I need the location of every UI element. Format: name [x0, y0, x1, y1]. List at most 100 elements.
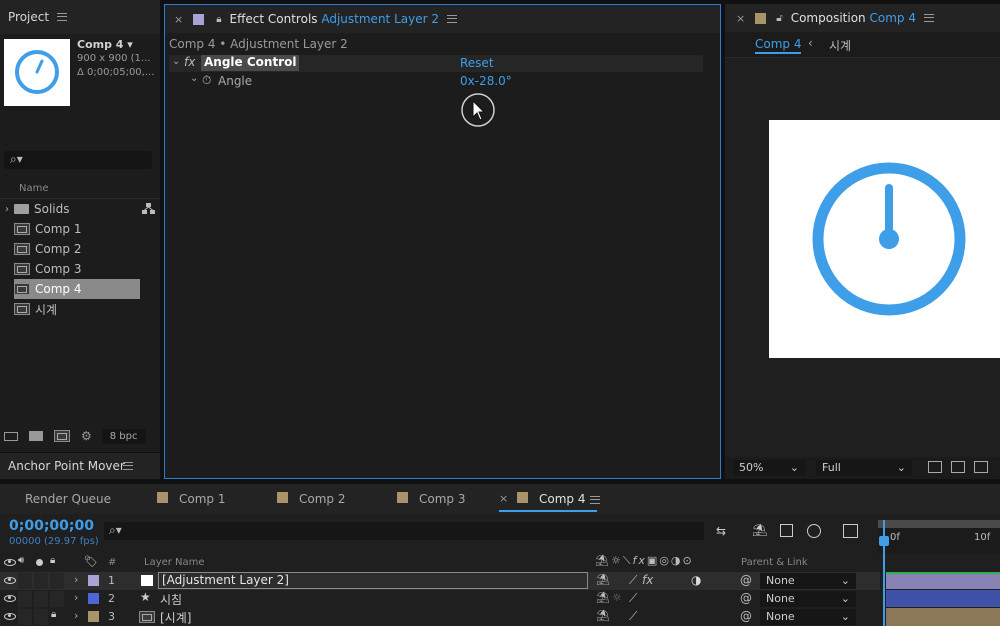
resolution-dropdown[interactable]: Full ⌄ [816, 460, 912, 476]
tab-comp-4[interactable]: Comp 4 [539, 492, 585, 506]
chevron-right-icon[interactable]: › [0, 204, 14, 215]
timeline-menu-icon[interactable] [590, 496, 600, 504]
project-column-name[interactable]: Name [19, 183, 49, 194]
eye-icon[interactable] [4, 559, 16, 566]
parent-pickwhip-icon[interactable]: @ [740, 573, 752, 587]
tab-comp-2[interactable]: Comp 2 [299, 492, 345, 506]
project-item-comp-3[interactable]: Comp 3 [14, 259, 140, 279]
layer-label-swatch[interactable] [88, 593, 99, 604]
layer-name[interactable]: 시침 [160, 591, 182, 608]
project-item-comp-4[interactable]: Comp 4 [14, 279, 140, 299]
composition-tab[interactable]: Composition Comp 4 [791, 11, 916, 25]
layer-name[interactable]: [시계] [160, 609, 191, 626]
new-folder-icon[interactable] [29, 431, 43, 441]
timeline-search-input[interactable]: ⌕▾ [104, 522, 704, 540]
project-item-clock[interactable]: 시계 [14, 299, 140, 319]
audio-cell[interactable] [18, 609, 32, 625]
parent-pickwhip-icon[interactable]: @ [740, 591, 752, 605]
parent-pickwhip-icon[interactable]: @ [740, 609, 752, 623]
shy-switch[interactable]: ⛱︎ [596, 591, 610, 604]
tab-comp-1[interactable]: Comp 1 [179, 492, 225, 506]
comp-subtab-other[interactable]: 시계 [829, 37, 851, 54]
solo-icon[interactable] [36, 559, 43, 566]
lock-icon[interactable]: 🔒︎ [50, 555, 55, 566]
effect-controls-menu-icon[interactable] [446, 15, 457, 23]
shy-switch[interactable]: ⛱︎ [596, 609, 610, 622]
close-icon[interactable]: × [499, 492, 508, 505]
tab-render-queue[interactable]: Render Queue [25, 492, 111, 506]
zoom-dropdown[interactable]: 50% ⌄ [733, 460, 805, 476]
timecode[interactable]: 0;00;00;00 [9, 518, 94, 534]
draft-3d-icon[interactable]: ⛱︎ [752, 523, 767, 537]
layer-bar[interactable] [886, 608, 1000, 626]
chevron-right-icon[interactable]: › [74, 573, 78, 586]
layer-bar[interactable] [886, 590, 1000, 607]
solo-cell[interactable] [34, 609, 48, 625]
effect-name[interactable]: Angle Control [201, 55, 300, 71]
solo-cell[interactable] [34, 591, 48, 607]
transparency-grid-icon[interactable] [951, 461, 965, 473]
layer-row[interactable]: 🔒︎ › 3 [시계] ⛱︎ ⟋ @ None ⌄ [0, 608, 880, 626]
column-layer-name[interactable]: Layer Name [144, 557, 205, 568]
playhead-handle[interactable] [879, 536, 889, 546]
graph-editor-icon[interactable] [843, 524, 858, 538]
interpret-footage-icon[interactable] [4, 431, 18, 441]
chevron-right-icon[interactable]: › [74, 609, 78, 622]
effect-controls-tab[interactable]: Effect Controls Adjustment Layer 2 [230, 12, 439, 26]
shy-switch[interactable]: ⛱︎ [596, 573, 610, 586]
flowchart-icon[interactable] [142, 203, 155, 215]
composition-mini-flowchart-icon[interactable]: ⇆ [716, 524, 726, 538]
motion-blur-icon[interactable] [807, 524, 821, 538]
anchor-point-mover-menu-icon[interactable] [123, 462, 133, 470]
lock-cell[interactable] [50, 591, 64, 607]
chevron-down-icon[interactable]: ⌄ [190, 73, 198, 84]
eye-icon[interactable] [4, 577, 16, 584]
lock-icon[interactable]: 🔒︎ [216, 14, 221, 25]
effects-switch[interactable]: fx [642, 573, 653, 587]
parent-dropdown[interactable]: None ⌄ [760, 573, 856, 589]
column-parent-link[interactable]: Parent & Link [741, 557, 808, 568]
comp-subtab-active[interactable]: Comp 4 [755, 37, 802, 54]
project-item-solids[interactable]: › Solids [0, 199, 160, 219]
parent-dropdown[interactable]: None ⌄ [760, 591, 856, 607]
layer-bar[interactable] [886, 572, 1000, 589]
composition-menu-icon[interactable] [923, 14, 934, 22]
lock-icon[interactable]: 🔒︎ [51, 609, 56, 620]
mask-visibility-icon[interactable] [974, 461, 988, 473]
audio-icon[interactable]: 🔊︎ [18, 555, 24, 566]
angle-dial[interactable] [460, 92, 496, 128]
quality-switch[interactable]: ⟋ [629, 591, 637, 606]
shy-layers-icon[interactable] [780, 524, 793, 537]
audio-cell[interactable] [18, 591, 32, 607]
eye-icon[interactable] [4, 613, 16, 620]
layer-row[interactable]: › 2 ★ 시침 ⛱︎ ☼ ⟋ @ None ⌄ [0, 590, 880, 608]
collapse-switch[interactable]: ☼ [612, 591, 622, 604]
parent-dropdown[interactable]: None ⌄ [760, 609, 856, 625]
quality-switch[interactable]: ⟋ [629, 609, 637, 624]
audio-cell[interactable] [18, 573, 32, 589]
lock-cell[interactable] [50, 573, 64, 589]
project-item-comp-2[interactable]: Comp 2 [14, 239, 140, 259]
thumb-name[interactable]: Comp 4 ▾ [77, 38, 133, 51]
adjustment-layer-switch[interactable]: ◑ [691, 573, 701, 587]
composition-viewer[interactable] [769, 120, 1000, 358]
chevron-down-icon[interactable]: ⌄ [172, 56, 180, 67]
chevron-left-icon[interactable]: ‹ [808, 36, 813, 50]
reset-link[interactable]: Reset [460, 56, 494, 70]
eye-icon[interactable] [4, 595, 16, 602]
project-item-comp-1[interactable]: Comp 1 [14, 219, 140, 239]
label-icon[interactable]: 🏷︎ [84, 555, 98, 568]
project-menu-icon[interactable] [57, 13, 68, 21]
layer-label-swatch[interactable] [88, 575, 99, 586]
close-icon[interactable]: × [174, 13, 183, 26]
chevron-right-icon[interactable]: › [74, 591, 78, 604]
project-search-input[interactable]: ⌕▾ [4, 151, 152, 169]
bpc-button[interactable]: 8 bpc [101, 428, 146, 444]
new-composition-icon[interactable] [54, 430, 70, 442]
fast-previews-icon[interactable] [928, 461, 942, 473]
layer-label-swatch[interactable] [88, 611, 99, 622]
lock-icon[interactable]: 🔓︎ [776, 13, 782, 24]
layer-row[interactable]: › 1 [Adjustment Layer 2] ⛱︎ ⟋ fx ◑ @ Non… [0, 572, 880, 590]
layer-name[interactable]: [Adjustment Layer 2] [158, 572, 588, 589]
close-icon[interactable]: × [736, 12, 745, 25]
